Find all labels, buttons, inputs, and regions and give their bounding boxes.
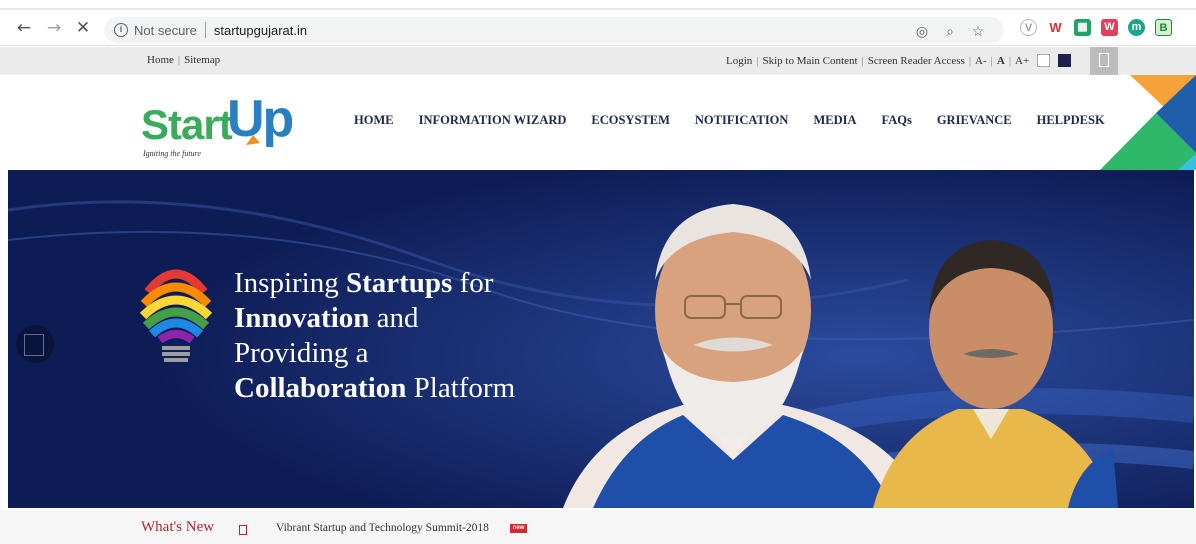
security-status[interactable]: Not secure bbox=[134, 23, 197, 38]
m-extension-icon[interactable]: m bbox=[1128, 19, 1145, 36]
skip-to-main-content-link[interactable]: Skip to Main Content bbox=[762, 55, 857, 67]
vivaldi-extension-icon[interactable]: V bbox=[1020, 19, 1037, 36]
utility-separator: | bbox=[177, 54, 181, 66]
font-decrease-button[interactable]: A- bbox=[975, 55, 987, 67]
hero-person-right bbox=[873, 240, 1118, 508]
nav-helpdesk[interactable]: HELPDESK bbox=[1037, 113, 1105, 128]
utility-separator: | bbox=[861, 54, 864, 67]
mobile-view-toggle[interactable] bbox=[1090, 47, 1118, 75]
screen-reader-access-link[interactable]: Screen Reader Access bbox=[868, 55, 965, 67]
hero-text-segment: and bbox=[369, 302, 419, 334]
hero-text-bold: Innovation bbox=[234, 302, 370, 334]
hero-text-segment: Inspiring bbox=[234, 267, 346, 299]
hero-line-2: Innovation and bbox=[234, 301, 515, 336]
sitemap-link[interactable]: Sitemap bbox=[184, 54, 220, 66]
utility-separator: | bbox=[990, 54, 993, 67]
logo-tagline: Igniting the future bbox=[143, 149, 201, 158]
logo-rocket-icon bbox=[246, 135, 260, 145]
font-normal-button[interactable]: A bbox=[997, 55, 1005, 67]
nav-notification[interactable]: NOTIFICATION bbox=[695, 113, 789, 128]
nav-information-wizard[interactable]: INFORMATION WIZARD bbox=[419, 113, 567, 128]
hero-text-segment: Platform bbox=[406, 372, 516, 404]
nav-grievance[interactable]: GRIEVANCE bbox=[937, 113, 1012, 128]
nav-faqs[interactable]: FAQs bbox=[882, 113, 912, 128]
office-extension-icon[interactable]: W bbox=[1101, 19, 1118, 36]
main-navigation: HOME INFORMATION WIZARD ECOSYSTEM NOTIFI… bbox=[354, 113, 1130, 128]
w-extension-icon[interactable]: W bbox=[1047, 19, 1064, 36]
site-header: Start Up Igniting the future HOME INFORM… bbox=[0, 75, 1196, 170]
hero-text-segment: for bbox=[452, 267, 494, 299]
new-badge: new bbox=[510, 524, 527, 533]
address-bar[interactable]: i Not secure startupgujarat.in ◎ ⌕ ☆ bbox=[104, 17, 1004, 43]
login-link[interactable]: Login bbox=[726, 55, 752, 67]
url-text[interactable]: startupgujarat.in bbox=[214, 23, 307, 38]
sheets-extension-icon[interactable]: ▦ bbox=[1074, 19, 1091, 36]
utility-left-links: Home | Sitemap bbox=[147, 54, 220, 66]
forward-icon[interactable]: → bbox=[44, 18, 64, 38]
startup-logo[interactable]: Start Up Igniting the future bbox=[141, 89, 294, 159]
dark-theme-swatch[interactable] bbox=[1058, 54, 1072, 67]
extensions-area: V W ▦ W m B bbox=[1020, 19, 1172, 36]
home-link[interactable]: Home bbox=[147, 54, 174, 66]
utility-right-links: Login | Skip to Main Content | Screen Re… bbox=[726, 54, 1072, 67]
hero-text-bold: Collaboration bbox=[234, 372, 407, 404]
back-icon[interactable]: ← bbox=[14, 18, 34, 38]
whats-new-bar: What's New Vibrant Startup and Technolog… bbox=[0, 510, 1196, 544]
nav-ecosystem[interactable]: ECOSYSTEM bbox=[591, 113, 670, 128]
hero-line-4: Collaboration Platform bbox=[234, 371, 515, 406]
logo-start-text: Start bbox=[141, 101, 233, 148]
bookmark-star-icon[interactable]: ☆ bbox=[970, 24, 986, 40]
font-increase-button[interactable]: A+ bbox=[1015, 55, 1029, 67]
browser-toolbar: ← → ✕ i Not secure startupgujarat.in ◎ ⌕… bbox=[0, 0, 1196, 46]
nav-media[interactable]: MEDIA bbox=[813, 113, 856, 128]
tab-strip-divider bbox=[0, 8, 1196, 10]
zoom-icon[interactable]: ⌕ bbox=[942, 24, 958, 40]
utility-separator: | bbox=[1008, 54, 1012, 67]
hero-banner: Inspiring Startups for Innovation and Pr… bbox=[8, 170, 1194, 508]
utility-separator: | bbox=[756, 54, 759, 67]
green-extension-icon[interactable]: B bbox=[1155, 19, 1172, 36]
utility-separator: | bbox=[968, 54, 972, 67]
whats-new-item-link[interactable]: Vibrant Startup and Technology Summit-20… bbox=[276, 522, 489, 534]
info-icon[interactable]: i bbox=[114, 23, 128, 37]
hero-headline: Inspiring Startups for Innovation and Pr… bbox=[234, 266, 515, 406]
utility-bar: Home | Sitemap Login | Skip to Main Cont… bbox=[0, 47, 1196, 75]
carousel-prev-icon bbox=[24, 334, 44, 356]
nav-home[interactable]: HOME bbox=[354, 113, 394, 128]
whats-new-title: What's New bbox=[141, 519, 215, 535]
mobile-device-icon bbox=[1099, 53, 1109, 67]
carousel-prev-button[interactable] bbox=[16, 325, 54, 363]
hero-line-1: Inspiring Startups for bbox=[234, 266, 515, 301]
address-separator bbox=[204, 22, 206, 38]
header-corner-decoration bbox=[1100, 75, 1196, 170]
stop-loading-icon[interactable]: ✕ bbox=[73, 18, 93, 38]
address-bar-actions: ◎ ⌕ ☆ bbox=[914, 24, 986, 40]
hero-text-bold: Startups bbox=[345, 267, 453, 299]
lightbulb-icon bbox=[140, 269, 212, 362]
light-theme-swatch[interactable] bbox=[1037, 54, 1051, 67]
location-icon[interactable]: ◎ bbox=[914, 24, 930, 40]
whats-new-pause-icon[interactable] bbox=[239, 525, 247, 535]
hero-line-3: Providing a bbox=[234, 337, 369, 369]
